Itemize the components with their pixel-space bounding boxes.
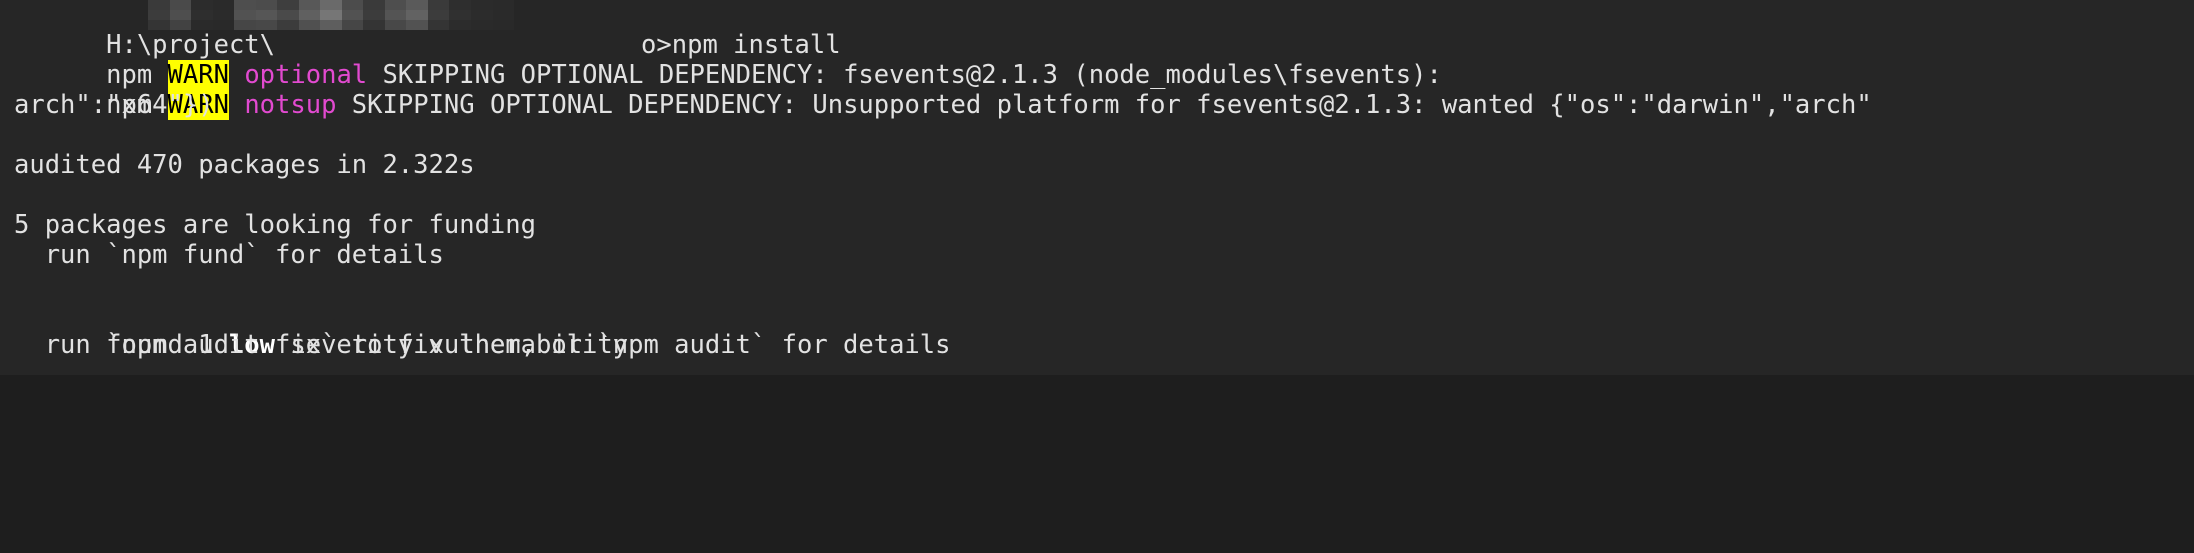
funding-line: 5 packages are looking for funding xyxy=(14,210,536,240)
warn-tag-notsup: notsup xyxy=(244,90,337,120)
terminal-window: H:\project\ o>npm install npm WARN option… xyxy=(0,0,2194,553)
console-output-area[interactable]: H:\project\ o>npm install npm WARN option… xyxy=(0,0,2194,375)
warn-notsup-message: SKIPPING OPTIONAL DEPENDENCY: Unsupporte… xyxy=(336,90,1872,120)
vulnerability-run-line: run `npm audit fix` to fix them, or `npm… xyxy=(14,330,951,360)
terminal-lower-strip xyxy=(0,375,2194,553)
warn-optional-line: npm WARN optional SKIPPING OPTIONAL DEPE… xyxy=(14,30,1442,90)
audited-line: audited 470 packages in 2.322s xyxy=(14,150,475,180)
prompt-line: H:\project\ o>npm install xyxy=(14,0,841,60)
vulnerability-line: found 1 low severity vulnerability xyxy=(14,300,628,360)
funding-run-line: run `npm fund` for details xyxy=(14,240,444,270)
space-after-warn xyxy=(229,90,244,120)
warn-notsup-continuation-line: arch":"x64"}) xyxy=(14,90,214,120)
warn-notsup-line: npm WARN notsup SKIPPING OPTIONAL DEPEND… xyxy=(14,60,1872,120)
